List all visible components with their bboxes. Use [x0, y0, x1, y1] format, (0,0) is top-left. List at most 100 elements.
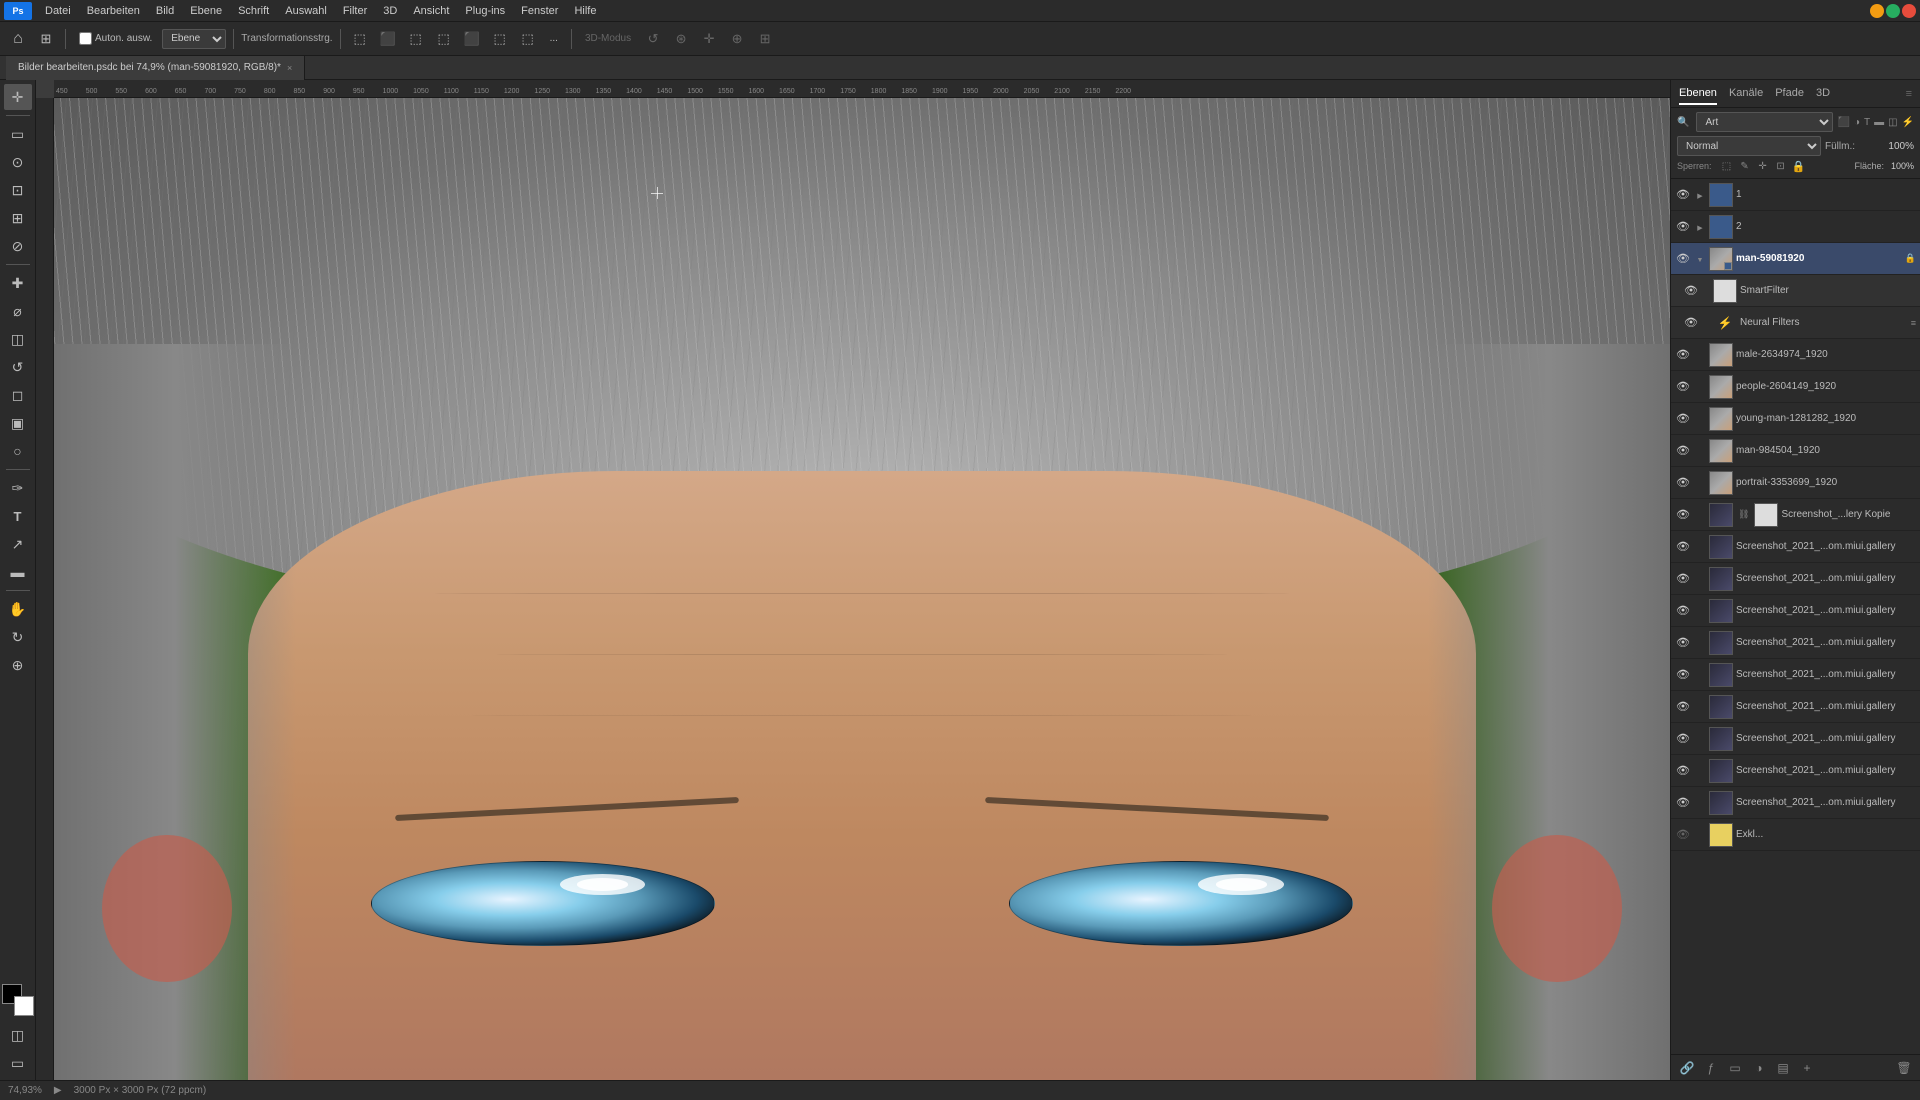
align-bottom-button[interactable]: ⬚	[488, 27, 512, 51]
filter-smart-icon[interactable]: ◫	[1888, 117, 1897, 128]
3d-mode-button[interactable]: 3D-Modus	[579, 27, 637, 51]
distribute-button[interactable]: ⬚	[516, 27, 540, 51]
layer-item[interactable]: 👁 man-59081920 🔒	[1671, 243, 1920, 275]
lasso-tool[interactable]: ⊙	[4, 149, 32, 175]
layer-item[interactable]: 👁 Screenshot_2021_...om.miui.gallery	[1671, 627, 1920, 659]
menu-bearbeiten[interactable]: Bearbeiten	[80, 3, 147, 19]
object-select-tool[interactable]: ⊡	[4, 177, 32, 203]
delete-layer-button[interactable]: 🗑	[1894, 1058, 1914, 1078]
menu-hilfe[interactable]: Hilfe	[567, 3, 603, 19]
layer-expand-toggle[interactable]	[1694, 222, 1706, 232]
menu-plugins[interactable]: Plug-ins	[458, 3, 512, 19]
lock-image-button[interactable]: ✎	[1737, 158, 1753, 174]
tools-toggle[interactable]: ⊞	[34, 27, 58, 51]
add-layer-button[interactable]: +	[1797, 1058, 1817, 1078]
auto-select-toggle[interactable]: Auton. ausw.	[73, 27, 158, 51]
filter-pixel-icon[interactable]: ⬛	[1837, 117, 1849, 128]
layer-visibility-toggle[interactable]: 👁	[1675, 251, 1691, 267]
layer-visibility-toggle[interactable]: 👁	[1675, 219, 1691, 235]
tab-close-button[interactable]: ×	[287, 63, 292, 73]
layer-visibility-toggle[interactable]: 👁	[1675, 507, 1691, 523]
align-right-button[interactable]: ⬚	[404, 27, 428, 51]
minimize-button[interactable]	[1870, 4, 1884, 18]
shape-tool[interactable]: ▬	[4, 559, 32, 585]
layer-item[interactable]: 👁 Screenshot_2021_...om.miui.gallery	[1671, 531, 1920, 563]
layer-visibility-toggle[interactable]: 👁	[1675, 667, 1691, 683]
filter-toggle[interactable]: ⚡	[1902, 117, 1914, 128]
zoom-tool[interactable]: ⊕	[4, 652, 32, 678]
add-adjustment-button[interactable]: ◑	[1749, 1058, 1769, 1078]
layer-item[interactable]: 👁 ⚡ Neural Filters ≡	[1671, 307, 1920, 339]
layer-item[interactable]: 👁 Screenshot_2021_...om.miui.gallery	[1671, 787, 1920, 819]
hand-tool[interactable]: ✋	[4, 596, 32, 622]
selection-tool[interactable]: ↗	[4, 531, 32, 557]
menu-fenster[interactable]: Fenster	[514, 3, 565, 19]
menu-bild[interactable]: Bild	[149, 3, 181, 19]
menu-3d[interactable]: 3D	[376, 3, 404, 19]
rotate-view-tool[interactable]: ↻	[4, 624, 32, 650]
text-tool[interactable]: T	[4, 503, 32, 529]
menu-auswahl[interactable]: Auswahl	[278, 3, 334, 19]
layer-item[interactable]: 👁 1	[1671, 179, 1920, 211]
layer-item[interactable]: 👁 young-man-1281282_1920	[1671, 403, 1920, 435]
align-top-button[interactable]: ⬚	[432, 27, 456, 51]
layer-visibility-toggle[interactable]: 👁	[1675, 411, 1691, 427]
active-document-tab[interactable]: Bilder bearbeiten.psdc bei 74,9% (man-59…	[6, 56, 305, 80]
roll-button[interactable]: ⊕	[725, 27, 749, 51]
gradient-tool[interactable]: ▣	[4, 410, 32, 436]
add-style-button[interactable]: ƒ	[1701, 1058, 1721, 1078]
stamp-tool[interactable]: ◫	[4, 326, 32, 352]
opacity-value[interactable]: 100%	[1879, 141, 1914, 152]
history-brush-tool[interactable]: ↺	[4, 354, 32, 380]
layer-visibility-toggle[interactable]: 👁	[1675, 475, 1691, 491]
layer-visibility-toggle[interactable]: 👁	[1683, 315, 1699, 331]
filter-type-icon[interactable]: T	[1864, 117, 1870, 128]
blend-mode-select[interactable]: Normal	[1677, 136, 1821, 156]
layer-item[interactable]: 👁 male-2634974_1920	[1671, 339, 1920, 371]
layer-item[interactable]: 👁 people-2604149_1920	[1671, 371, 1920, 403]
tab-kanaele[interactable]: Kanäle	[1729, 83, 1763, 105]
canvas-image[interactable]	[54, 98, 1670, 1080]
filter-type-select[interactable]: Art	[1696, 112, 1833, 132]
layer-visibility-toggle[interactable]: 👁	[1675, 571, 1691, 587]
layer-visibility-toggle[interactable]: 👁	[1675, 603, 1691, 619]
layer-item[interactable]: 👁 2	[1671, 211, 1920, 243]
healing-tool[interactable]: ✚	[4, 270, 32, 296]
layer-visibility-toggle[interactable]: 👁	[1675, 763, 1691, 779]
add-group-button[interactable]: ▤	[1773, 1058, 1793, 1078]
orbit-button[interactable]: ⊛	[669, 27, 693, 51]
tab-pfade[interactable]: Pfade	[1775, 83, 1804, 105]
layer-visibility-toggle[interactable]: 👁	[1675, 443, 1691, 459]
layer-item[interactable]: 👁 man-984504_1920	[1671, 435, 1920, 467]
layer-type-select[interactable]: Ebene Gruppe	[162, 29, 226, 49]
crop-tool[interactable]: ⊞	[4, 205, 32, 231]
layer-visibility-toggle[interactable]: 👁	[1675, 379, 1691, 395]
brush-tool[interactable]: ⌀	[4, 298, 32, 324]
menu-filter[interactable]: Filter	[336, 3, 374, 19]
lock-position-button[interactable]: ✛	[1755, 158, 1771, 174]
marquee-tool[interactable]: ▭	[4, 121, 32, 147]
menu-ebene[interactable]: Ebene	[183, 3, 229, 19]
rotate-3d-button[interactable]: ↺	[641, 27, 665, 51]
lock-transparent-button[interactable]: ⬚	[1719, 158, 1735, 174]
layer-visibility-toggle[interactable]: 👁	[1683, 283, 1699, 299]
lock-all-button[interactable]: 🔒	[1791, 158, 1807, 174]
layer-item[interactable]: 👁 SmartFilter	[1671, 275, 1920, 307]
layer-item[interactable]: 👁 portrait-3353699_1920	[1671, 467, 1920, 499]
layer-item[interactable]: 👁 Screenshot_2021_...om.miui.gallery	[1671, 755, 1920, 787]
filter-shape-icon[interactable]: ▬	[1874, 117, 1884, 128]
fill-value[interactable]: 100%	[1891, 161, 1914, 171]
layer-item[interactable]: 👁 ⛓ Screenshot_...lery Kopie	[1671, 499, 1920, 531]
background-color[interactable]	[14, 996, 34, 1016]
layer-item[interactable]: 👁 Screenshot_2021_...om.miui.gallery	[1671, 723, 1920, 755]
eraser-tool[interactable]: ◻	[4, 382, 32, 408]
layer-visibility-toggle[interactable]: 👁	[1675, 635, 1691, 651]
link-layers-button[interactable]: 🔗	[1677, 1058, 1697, 1078]
layer-item[interactable]: 👁 Screenshot_2021_...om.miui.gallery	[1671, 691, 1920, 723]
quick-mask-button[interactable]: ◫	[4, 1022, 32, 1048]
lock-artboard-button[interactable]: ⊡	[1773, 158, 1789, 174]
layer-visibility-toggle[interactable]: 👁	[1675, 827, 1691, 843]
panel-options-button[interactable]: ≡	[1906, 88, 1912, 100]
pen-tool[interactable]: ✑	[4, 475, 32, 501]
tab-3d[interactable]: 3D	[1816, 83, 1830, 105]
